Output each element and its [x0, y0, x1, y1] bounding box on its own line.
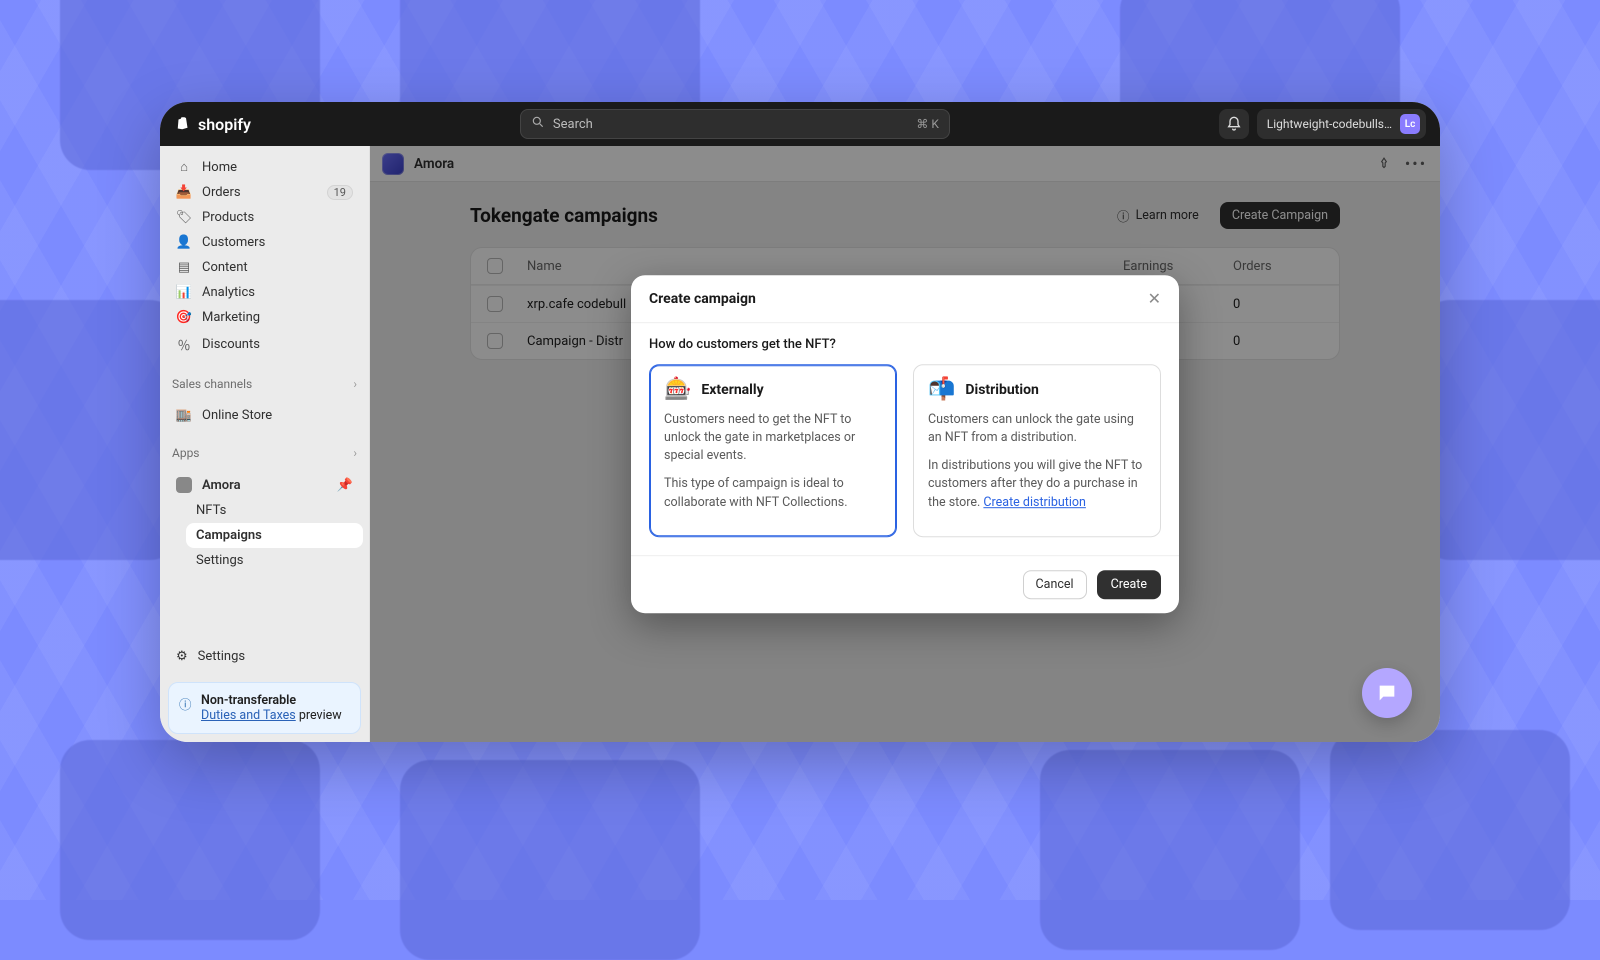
app-window: shopify Search ⌘ K Lightweight-codebulls…: [160, 102, 1440, 742]
sales-channels-label[interactable]: Sales channels›: [160, 367, 369, 395]
notice-banner: ⓘ Non-transferable Duties and Taxes prev…: [168, 682, 361, 734]
search-shortcut: ⌘ K: [916, 117, 939, 131]
option-title: Externally: [701, 382, 763, 398]
global-search[interactable]: Search ⌘ K: [520, 109, 950, 139]
account-avatar: Lc: [1400, 114, 1420, 134]
search-icon: [531, 115, 545, 133]
close-icon: ✕: [1148, 289, 1161, 308]
option-desc2: This type of campaign is ideal to collab…: [664, 476, 882, 512]
nav-analytics[interactable]: 📊Analytics: [166, 280, 363, 305]
nav-content[interactable]: ▤Content: [166, 255, 363, 280]
create-campaign-modal: Create campaign ✕ How do customers get t…: [631, 275, 1179, 613]
cancel-button[interactable]: Cancel: [1023, 570, 1087, 599]
chat-icon: [1376, 682, 1398, 704]
account-name: Lightweight-codebulls…: [1267, 117, 1392, 131]
orders-badge: 19: [327, 185, 353, 200]
pin-icon[interactable]: 📌: [337, 478, 353, 493]
person-icon: 👤: [176, 235, 192, 250]
nav-marketing[interactable]: 🎯Marketing: [166, 305, 363, 330]
modal-close-button[interactable]: ✕: [1148, 289, 1161, 308]
analytics-icon: 📊: [176, 285, 192, 300]
gear-icon: ⚙: [176, 649, 188, 664]
option-desc: Customers need to get the NFT to unlock …: [664, 411, 882, 465]
option-externally[interactable]: 🎰 Externally Customers need to get the N…: [649, 364, 897, 537]
app-nav-nfts[interactable]: NFTs: [186, 498, 363, 523]
home-icon: ⌂: [176, 159, 192, 175]
info-icon: ⓘ: [179, 694, 192, 713]
nav-orders[interactable]: 📥Orders19: [166, 180, 363, 205]
app-amora[interactable]: Amora 📌: [166, 472, 363, 498]
discount-icon: ％: [176, 335, 192, 354]
tag-icon: 🏷: [176, 210, 192, 225]
option-desc2: In distributions you will give the NFT t…: [928, 457, 1146, 511]
brand-text: shopify: [198, 115, 251, 134]
bell-icon: [1226, 116, 1242, 132]
chevron-right-icon: ›: [353, 446, 357, 460]
topbar: shopify Search ⌘ K Lightweight-codebulls…: [160, 102, 1440, 146]
notice-link[interactable]: Duties and Taxes: [201, 708, 296, 723]
chat-fab[interactable]: [1362, 668, 1412, 718]
shopify-icon: [174, 115, 192, 133]
nav-discounts[interactable]: ％Discounts: [166, 330, 363, 359]
notice-line1: Non-transferable: [201, 693, 296, 708]
main-area: Amora ••• Tokengate campaigns ⓘ Learn mo…: [370, 146, 1440, 742]
nav-products[interactable]: 🏷Products: [166, 205, 363, 230]
app-nav-settings[interactable]: Settings: [186, 548, 363, 573]
sidebar: ⌂Home 📥Orders19 🏷Products 👤Customers ▤Co…: [160, 146, 370, 742]
option-desc: Customers can unlock the gate using an N…: [928, 411, 1146, 447]
chevron-right-icon: ›: [353, 377, 357, 391]
app-square-icon: [176, 477, 192, 493]
modal-title: Create campaign: [649, 291, 756, 307]
mailbox-icon: 📬: [928, 379, 955, 401]
marketing-icon: 🎯: [176, 310, 192, 325]
nav-settings[interactable]: ⚙Settings: [160, 639, 369, 674]
content-icon: ▤: [176, 260, 192, 275]
option-title: Distribution: [965, 382, 1038, 398]
account-menu[interactable]: Lightweight-codebulls… Lc: [1257, 109, 1426, 139]
search-placeholder: Search: [553, 117, 593, 132]
create-distribution-link[interactable]: Create distribution: [983, 495, 1085, 510]
option-distribution[interactable]: 📬 Distribution Customers can unlock the …: [913, 364, 1161, 537]
brand-logo[interactable]: shopify: [174, 115, 251, 134]
create-button[interactable]: Create: [1097, 570, 1161, 599]
nav-online-store[interactable]: 🏬Online Store: [166, 403, 363, 428]
notice-suffix: preview: [296, 708, 342, 723]
notifications-button[interactable]: [1219, 109, 1249, 139]
nav-home[interactable]: ⌂Home: [166, 154, 363, 180]
app-nav-campaigns[interactable]: Campaigns: [186, 523, 363, 548]
nav-customers[interactable]: 👤Customers: [166, 230, 363, 255]
orders-icon: 📥: [176, 185, 192, 200]
store-icon: 🏬: [176, 408, 192, 423]
primary-nav: ⌂Home 📥Orders19 🏷Products 👤Customers ▤Co…: [160, 146, 369, 367]
slot-machine-icon: 🎰: [664, 379, 691, 401]
apps-label[interactable]: Apps›: [160, 436, 369, 464]
modal-question: How do customers get the NFT?: [649, 337, 1161, 352]
